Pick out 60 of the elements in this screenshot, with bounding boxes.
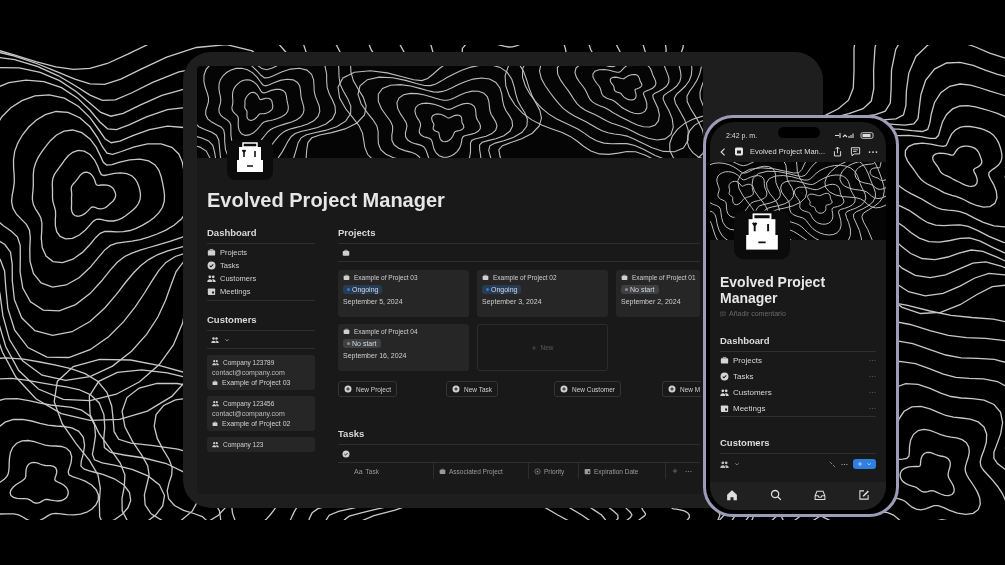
section-heading: Dashboard [207,226,258,240]
people-icon [207,274,216,283]
search-icon[interactable] [770,489,782,501]
calendar-icon [584,467,591,475]
page-title: Evolved Project Manager [720,274,827,307]
briefcase-icon [621,274,628,281]
briefcase-icon [343,328,350,335]
briefcase-icon [482,274,489,281]
camera-notch [778,127,820,138]
chevron-down-icon[interactable] [224,336,230,343]
back-icon[interactable] [718,146,728,157]
people-icon [720,387,729,397]
plus-circle-icon [668,385,676,393]
people-icon[interactable] [720,459,729,469]
plus-circle-icon [560,385,568,393]
briefcase-icon [207,248,216,257]
expand-icon[interactable] [829,460,836,468]
calendar-icon [720,403,729,413]
people-icon [212,441,219,448]
check-circle-icon[interactable] [342,449,350,458]
check-circle-icon [720,371,729,381]
briefcase-icon[interactable] [342,248,350,257]
section-heading: Tasks [338,427,366,441]
people-icon [212,400,219,407]
priority-icon [534,467,541,475]
briefcase-icon [439,467,446,475]
comment-icon [720,310,726,317]
people-icon[interactable] [211,335,219,344]
chevron-down-icon [866,461,872,468]
plus-icon [857,461,863,468]
comment-icon[interactable] [850,146,861,157]
section-heading: Customers [720,437,771,451]
section-heading: Dashboard [720,335,771,349]
plus-icon [531,344,538,351]
plus-circle-icon [452,385,460,393]
page-link[interactable]: Customers [720,387,772,397]
page-link[interactable]: Projects [720,355,762,365]
section-heading: Projects [338,226,377,240]
inbox-icon[interactable] [814,489,826,501]
people-icon [212,359,219,366]
section-heading: Customers [207,313,258,327]
check-circle-icon [207,261,216,270]
page-title: Evolved Project Manager [207,189,446,212]
page-icon [735,147,743,156]
briefcase-icon [343,274,350,281]
edit-icon[interactable] [858,489,870,501]
briefcase-icon [212,379,218,386]
calendar-icon [207,287,216,296]
toolbox-icon [734,210,790,260]
briefcase-icon [720,355,729,365]
add-button[interactable] [853,459,876,470]
home-icon[interactable] [726,489,738,501]
status-indicators-drawing [834,131,874,139]
plus-circle-icon [344,385,352,393]
briefcase-icon [212,420,218,427]
chevron-down-icon[interactable] [734,461,740,468]
toolbox-icon [227,140,273,180]
share-icon[interactable] [832,146,843,157]
page-link[interactable]: Tasks [720,371,754,381]
page-link[interactable]: Meetings [720,403,766,413]
